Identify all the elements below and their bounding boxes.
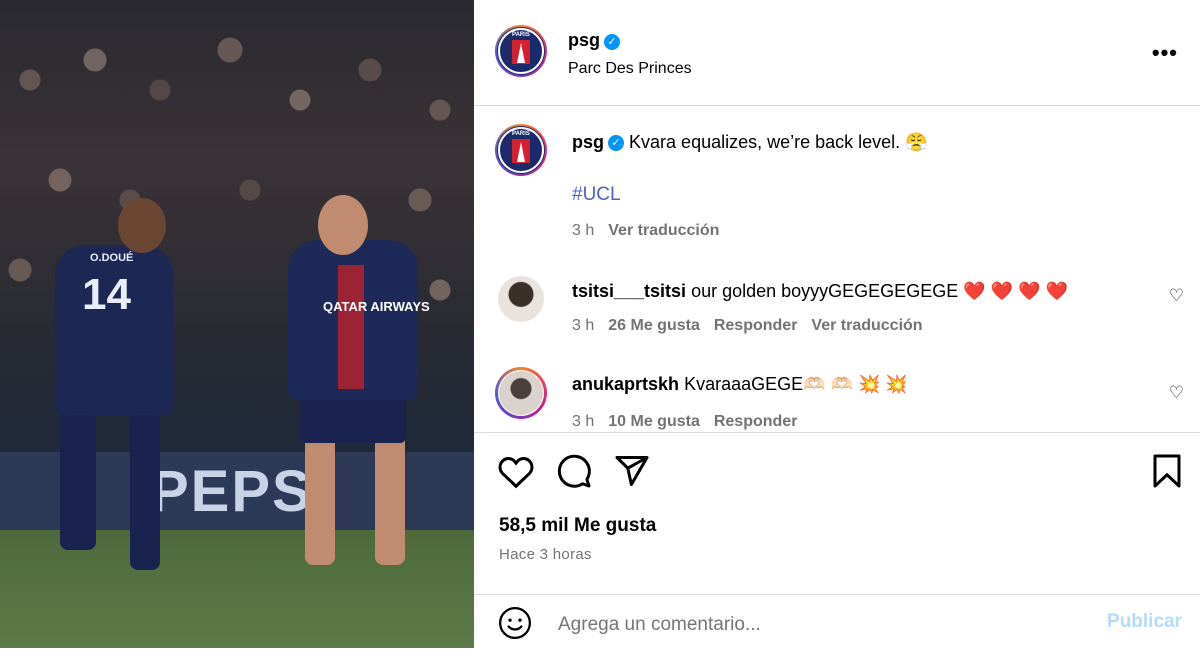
- comment-icon[interactable]: [556, 453, 592, 489]
- verified-badge-icon: ✓: [608, 135, 625, 152]
- hashtag-link[interactable]: #UCL: [572, 184, 621, 206]
- post-caption: psg ✓ Kvara equalizes, we’re back level. …: [572, 132, 928, 153]
- comment-input[interactable]: [556, 613, 1040, 637]
- jersey-number: 14: [82, 270, 131, 319]
- comment-username[interactable]: tsitsi___tsitsi: [572, 281, 686, 301]
- reply-button[interactable]: Responder: [714, 317, 798, 334]
- comment-time: 3 h: [572, 317, 595, 334]
- comment-username[interactable]: anukaprtskh: [572, 374, 679, 394]
- likes-count[interactable]: 58,5 mil Me gusta: [499, 515, 656, 537]
- heart-icon[interactable]: [498, 455, 534, 489]
- verified-badge-icon: ✓: [604, 33, 621, 50]
- psg-crest-icon: PARIS: [498, 127, 544, 173]
- post-header: PARIS psg ✓ Parc Des Princes •••: [474, 0, 1200, 106]
- caption-text: Kvara equalizes, we’re back level. 😤: [629, 132, 928, 152]
- heart-icon[interactable]: ♡: [1169, 286, 1184, 306]
- comment-likes[interactable]: 10 Me gusta: [608, 413, 700, 430]
- jersey-name: O.DOUÉ: [90, 252, 134, 264]
- post-location[interactable]: Parc Des Princes: [568, 60, 692, 78]
- comment-text: KvaraaaGEGE🫶🏻 🫶🏻 💥 💥: [684, 374, 908, 394]
- reply-button[interactable]: Responder: [714, 413, 798, 430]
- comment-row: tsitsi___tsitsi our golden boyyyGEGEGEGE…: [572, 281, 1068, 302]
- bookmark-icon[interactable]: [1150, 453, 1184, 489]
- comment-likes[interactable]: 26 Me gusta: [608, 317, 700, 334]
- commenter-avatar[interactable]: [495, 367, 547, 419]
- caption-username[interactable]: psg: [572, 132, 604, 152]
- post-photo[interactable]: PEPS O.DOUÉ 14 QATAR AIRWAYS: [0, 0, 474, 648]
- heart-icon[interactable]: ♡: [1169, 383, 1184, 403]
- caption-avatar[interactable]: PARIS: [495, 124, 547, 176]
- board-text: PEPS: [150, 459, 313, 524]
- player-1-leg: [60, 410, 96, 550]
- comment-row: anukaprtskh KvaraaaGEGE🫶🏻 🫶🏻 💥 💥: [572, 374, 908, 395]
- more-options-icon[interactable]: •••: [1152, 40, 1178, 66]
- player-2-stripe: [338, 265, 364, 389]
- jersey-sponsor: QATAR AIRWAYS: [323, 299, 430, 314]
- comment-translate-link[interactable]: Ver traducción: [811, 317, 922, 334]
- player-1-leg: [130, 410, 160, 570]
- post-actions: 58,5 mil Me gusta Hace 3 horas: [474, 433, 1200, 593]
- caption-time: 3 h: [572, 222, 595, 239]
- send-icon[interactable]: [614, 453, 650, 489]
- emoji-icon[interactable]: [498, 606, 532, 640]
- post-panel: PARIS psg ✓ Parc Des Princes ••• PARIS ps…: [474, 0, 1200, 648]
- comment-meta: 3 h 26 Me gusta Responder Ver traducción: [572, 317, 937, 335]
- comments-list[interactable]: PARIS psg ✓ Kvara equalizes, we’re back l…: [474, 106, 1200, 433]
- comment-time: 3 h: [572, 413, 595, 430]
- player-1-head: [118, 198, 166, 253]
- comment-meta: 3 h 10 Me gusta Responder: [572, 413, 811, 431]
- post-time: Hace 3 horas: [499, 546, 592, 563]
- account-avatar[interactable]: PARIS: [495, 25, 547, 77]
- account-username[interactable]: psg: [568, 30, 600, 50]
- publish-button[interactable]: Publicar: [1107, 611, 1182, 633]
- player-2-head: [318, 195, 368, 255]
- comment-text: our golden boyyyGEGEGEGEGE ❤️ ❤️ ❤️ ❤️: [691, 281, 1068, 301]
- psg-crest-icon: PARIS: [498, 28, 544, 74]
- caption-meta: 3 h Ver traducción: [572, 222, 733, 240]
- commenter-avatar[interactable]: [498, 276, 544, 322]
- caption-translate-link[interactable]: Ver traducción: [608, 222, 719, 239]
- comment-composer: Publicar: [474, 594, 1200, 649]
